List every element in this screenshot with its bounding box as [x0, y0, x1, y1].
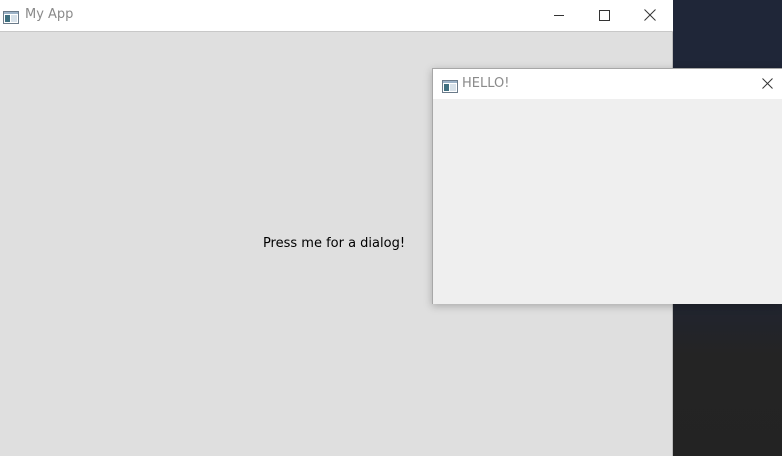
maximize-icon: [599, 10, 610, 21]
dialog-title-bar[interactable]: HELLO!: [433, 69, 782, 99]
minimize-button[interactable]: [536, 0, 582, 31]
close-button[interactable]: [627, 0, 673, 31]
dialog-title: HELLO!: [462, 76, 510, 91]
dialog-window: HELLO!: [432, 68, 782, 304]
open-dialog-button[interactable]: Press me for a dialog!: [260, 232, 408, 256]
close-icon: [644, 9, 656, 21]
dialog-client-area: [433, 99, 782, 304]
maximize-button[interactable]: [582, 0, 628, 31]
window-title: My App: [25, 7, 74, 22]
dialog-close-button[interactable]: [744, 69, 782, 99]
app-window-icon: [3, 9, 19, 24]
close-icon: [762, 78, 773, 89]
minimize-icon: [554, 15, 564, 16]
main-title-bar[interactable]: My App: [0, 0, 673, 32]
app-window-icon: [442, 78, 458, 93]
